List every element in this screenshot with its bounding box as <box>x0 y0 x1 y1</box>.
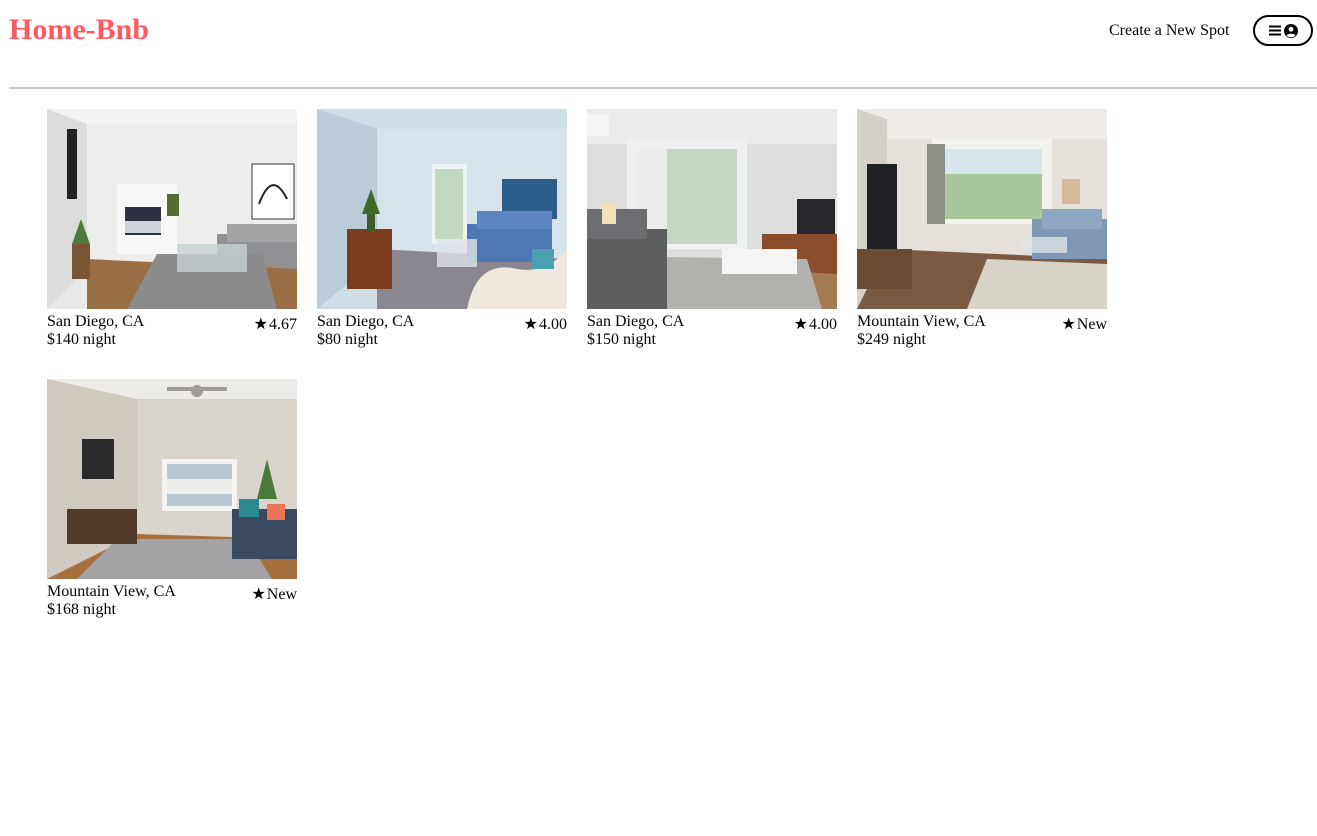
spot-price: $150 night <box>587 330 656 350</box>
spot-image <box>47 109 297 309</box>
profile-menu-button[interactable] <box>1253 15 1313 46</box>
spot-card[interactable]: Mountain View, CA ★ New $249 night <box>857 109 1107 359</box>
spot-image <box>47 379 297 579</box>
spot-price: $80 night <box>317 330 378 350</box>
star-icon: ★ <box>523 316 538 333</box>
user-circle-icon <box>1283 23 1298 38</box>
spot-card[interactable]: Mountain View, CA ★ New $168 night <box>47 379 297 629</box>
price-amount: $168 <box>47 601 79 618</box>
spot-rating: ★ New <box>251 585 297 605</box>
price-amount: $150 <box>587 331 619 348</box>
spot-location: San Diego, CA <box>317 313 415 330</box>
spot-location: Mountain View, CA <box>47 583 176 600</box>
price-unit: night <box>345 331 378 348</box>
price-unit: night <box>893 331 926 348</box>
spot-image <box>587 109 837 309</box>
star-icon: ★ <box>251 586 266 603</box>
spot-rating: ★ 4.67 <box>254 315 297 335</box>
spot-price: $168 night <box>47 600 116 620</box>
header-divider <box>9 87 1317 89</box>
logo[interactable]: Home-Bnb <box>9 12 149 48</box>
price-amount: $80 <box>317 331 341 348</box>
price-amount: $140 <box>47 331 79 348</box>
spot-rating: ★ 4.00 <box>524 315 567 335</box>
spot-image <box>317 109 567 309</box>
top-nav: Home-Bnb Create a New Spot <box>0 0 1317 88</box>
spot-price: $140 night <box>47 330 116 350</box>
rating-value: New <box>1076 316 1107 333</box>
spot-rating: ★ New <box>1061 315 1107 335</box>
spot-location: San Diego, CA <box>587 313 685 330</box>
hamburger-icon <box>1268 25 1281 36</box>
rating-value: 4.67 <box>269 316 297 333</box>
star-icon: ★ <box>1061 316 1076 333</box>
spot-price: $249 night <box>857 330 926 350</box>
star-icon: ★ <box>793 316 808 333</box>
price-unit: night <box>83 331 116 348</box>
spot-location: San Diego, CA <box>47 313 145 330</box>
spot-location: Mountain View, CA <box>857 313 986 330</box>
star-icon: ★ <box>253 316 268 333</box>
rating-value: 4.00 <box>809 316 837 333</box>
create-spot-link[interactable]: Create a New Spot <box>1109 20 1229 42</box>
price-unit: night <box>83 601 116 618</box>
spot-card[interactable]: San Diego, CA ★ 4.00 $150 night <box>587 109 837 359</box>
spot-card[interactable]: San Diego, CA ★ 4.00 $80 night <box>317 109 567 359</box>
spot-rating: ★ 4.00 <box>794 315 837 335</box>
price-unit: night <box>623 331 656 348</box>
price-amount: $249 <box>857 331 889 348</box>
spot-card[interactable]: San Diego, CA ★ 4.67 $140 night <box>47 109 297 359</box>
rating-value: 4.00 <box>539 316 567 333</box>
spot-image <box>857 109 1107 309</box>
rating-value: New <box>266 586 297 603</box>
